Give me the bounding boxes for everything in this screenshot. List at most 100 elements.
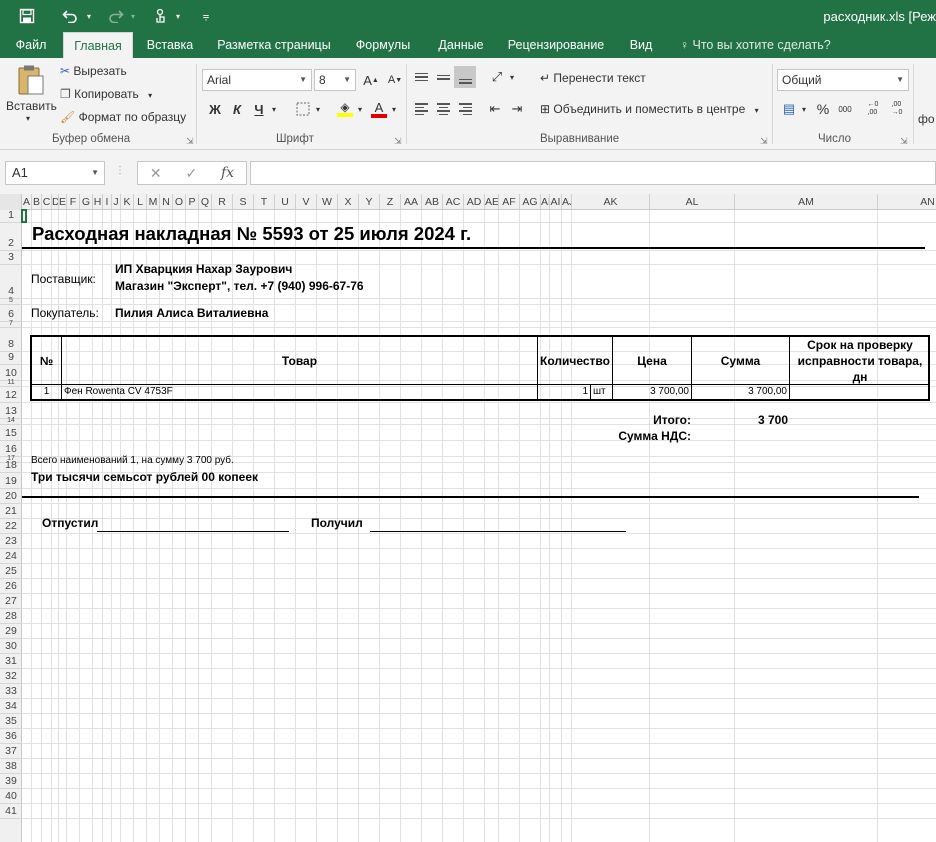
tab-formulas[interactable]: Формулы (350, 32, 416, 58)
row-header[interactable]: 34 (0, 699, 22, 714)
format-painter-button[interactable]: 🖌 Формат по образцу (60, 110, 186, 124)
column-header[interactable]: M (147, 194, 160, 210)
number-format-select[interactable]: Общий ▼ (777, 69, 909, 91)
cut-button[interactable]: ✂ Вырезать (60, 64, 127, 78)
column-header[interactable]: B (32, 194, 42, 210)
column-header[interactable]: P (186, 194, 199, 210)
styles-group-partial[interactable]: фо (918, 112, 935, 126)
percent-icon[interactable]: % (812, 98, 834, 120)
column-header[interactable]: A (22, 194, 32, 210)
column-header[interactable]: S (233, 194, 254, 210)
name-box[interactable]: A1 ▼ (5, 161, 105, 185)
row-header[interactable]: 25 (0, 564, 22, 579)
row-header[interactable]: 28 (0, 609, 22, 624)
column-header[interactable]: AA (401, 194, 422, 210)
undo-icon[interactable] (58, 6, 82, 26)
column-header[interactable]: F (67, 194, 80, 210)
borders-dropdown-icon[interactable]: ▾ (312, 98, 324, 120)
align-right-icon[interactable] (454, 98, 476, 120)
save-icon[interactable] (14, 6, 40, 26)
number-launcher-icon[interactable]: ⇲ (900, 136, 908, 147)
formula-bar-splitter[interactable]: ⋮ (115, 165, 125, 176)
cancel-icon[interactable]: ✕ (150, 165, 162, 182)
row-header[interactable]: 1 (0, 209, 22, 223)
column-header[interactable]: I (103, 194, 112, 210)
column-header[interactable]: AH (541, 194, 550, 210)
column-header[interactable]: V (296, 194, 317, 210)
row-header[interactable]: 39 (0, 774, 22, 789)
column-header[interactable]: N (160, 194, 173, 210)
align-bottom-icon[interactable] (454, 66, 476, 88)
column-header[interactable]: J (112, 194, 121, 210)
row-header[interactable]: 35 (0, 714, 22, 729)
decrease-decimal-icon[interactable]: ,00 →0 (886, 98, 908, 120)
tab-insert[interactable]: Вставка (142, 32, 198, 58)
row-header[interactable]: 29 (0, 624, 22, 639)
row-header[interactable]: 2 (0, 223, 22, 251)
row-header[interactable]: 23 (0, 534, 22, 549)
column-header[interactable]: Z (380, 194, 401, 210)
orientation-icon[interactable]: ⤢ (486, 66, 508, 88)
increase-indent-icon[interactable]: ⇥ (506, 98, 528, 120)
column-header[interactable]: AM (735, 194, 878, 210)
touch-dropdown-icon[interactable]: ▾ (173, 6, 183, 26)
decrease-font-icon[interactable]: A ▼ (384, 69, 406, 91)
worksheet-grid[interactable]: A B C D E F G H I J K L M N O P Q R S T U V W X Y Z AA AB AC AD AE AF AG… (0, 194, 936, 842)
font-name-select[interactable]: Arial ▼ (202, 69, 312, 91)
thousands-icon[interactable]: 000 (834, 98, 856, 120)
row-header[interactable]: 27 (0, 594, 22, 609)
row-header[interactable]: 33 (0, 684, 22, 699)
row-header[interactable]: 9 (0, 351, 22, 365)
alignment-launcher-icon[interactable]: ⇲ (760, 136, 768, 147)
row-header[interactable]: 36 (0, 729, 22, 744)
paste-button[interactable]: Вставить ▾ (4, 62, 57, 128)
column-header[interactable]: Y (359, 194, 380, 210)
row-header[interactable]: 24 (0, 549, 22, 564)
bold-button[interactable]: Ж (204, 98, 226, 120)
column-header[interactable]: AB (422, 194, 443, 210)
column-header[interactable]: AN (878, 194, 936, 210)
row-header[interactable]: 32 (0, 669, 22, 684)
column-header[interactable]: AJ (562, 194, 572, 210)
touch-mode-icon[interactable] (150, 6, 172, 26)
align-top-icon[interactable] (410, 66, 432, 88)
align-center-icon[interactable] (432, 98, 454, 120)
align-left-icon[interactable] (410, 98, 432, 120)
row-header[interactable]: 15 (0, 425, 22, 441)
borders-icon[interactable] (292, 98, 314, 120)
column-header[interactable]: E (59, 194, 67, 210)
select-all-corner[interactable] (0, 194, 22, 210)
italic-button[interactable]: К (226, 98, 248, 120)
tab-file[interactable]: Файл (14, 32, 48, 58)
column-header[interactable]: H (93, 194, 103, 210)
row-header[interactable]: 12 (0, 387, 22, 403)
column-header[interactable]: AI (550, 194, 562, 210)
column-header[interactable]: AD (464, 194, 485, 210)
align-middle-icon[interactable] (432, 66, 454, 88)
column-header[interactable]: AK (572, 194, 650, 210)
row-header[interactable]: 38 (0, 759, 22, 774)
row-header[interactable]: 31 (0, 654, 22, 669)
row-header[interactable]: 21 (0, 504, 22, 519)
clipboard-launcher-icon[interactable]: ⇲ (186, 136, 194, 147)
font-color-dropdown-icon[interactable]: ▾ (388, 98, 400, 120)
row-header[interactable]: 22 (0, 519, 22, 534)
row-header[interactable]: 20 (0, 489, 22, 504)
column-header[interactable]: L (134, 194, 147, 210)
copy-button[interactable]: ❐ Копировать ▾ (60, 87, 152, 101)
merge-center-button[interactable]: ⊞ Объединить и поместить в центре ▾ (540, 102, 759, 116)
column-header[interactable]: O (173, 194, 186, 210)
tab-page-layout[interactable]: Разметка страницы (212, 32, 336, 58)
column-header[interactable]: AL (650, 194, 735, 210)
wrap-text-button[interactable]: ↵ Перенести текст (540, 71, 646, 85)
column-header[interactable]: U (275, 194, 296, 210)
formula-input[interactable] (250, 161, 936, 185)
column-header[interactable]: D (52, 194, 59, 210)
font-color-icon[interactable]: A (368, 98, 390, 120)
column-header[interactable]: W (317, 194, 338, 210)
increase-font-icon[interactable]: A ▲ (360, 69, 382, 91)
row-header[interactable]: 18 (0, 459, 22, 473)
fill-color-icon[interactable]: ◈ (334, 98, 356, 120)
tab-home[interactable]: Главная (63, 32, 133, 58)
row-header[interactable]: 40 (0, 789, 22, 804)
